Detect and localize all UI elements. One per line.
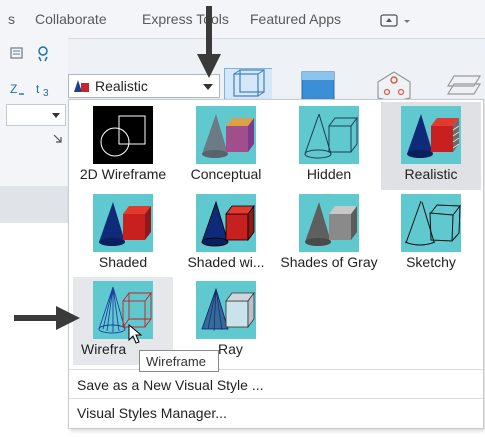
svg-text:Z: Z: [10, 82, 17, 96]
panel-expand-icon[interactable]: [53, 134, 63, 144]
gallery-item-2d-wireframe[interactable]: 2D Wireframe: [73, 102, 173, 190]
gallery-item-label: 2D Wireframe: [79, 166, 167, 182]
layers-icon[interactable]: [440, 68, 485, 102]
gallery-item-conceptual[interactable]: Conceptual: [176, 102, 276, 190]
sketchy-thumb-icon: [401, 194, 461, 252]
gallery-item-label: Sketchy: [406, 254, 456, 270]
conceptual-thumb-icon: [196, 106, 256, 164]
navigation-cube-icon[interactable]: [370, 68, 418, 102]
wireframe-thumb-icon: [93, 281, 153, 339]
menu-divider: [69, 398, 483, 399]
mouse-cursor-icon: [128, 324, 143, 344]
x-ray-thumb-icon: [196, 281, 256, 339]
shaded-with-edges-thumb-icon: [196, 194, 256, 252]
right-arrow-annotation-icon: [14, 306, 80, 330]
visual-styles-manager-item[interactable]: Visual Styles Manager...: [77, 405, 227, 421]
tab-collaborate[interactable]: Collaborate: [35, 11, 107, 27]
tab-featured-apps[interactable]: Featured Apps: [250, 11, 341, 27]
gallery-item-label: Shaded wi...: [187, 254, 265, 270]
menu-divider: [69, 369, 483, 370]
view-tools-icons[interactable]: [10, 45, 60, 63]
left-combo[interactable]: [6, 104, 66, 126]
tooltip-text: Wireframe: [146, 354, 206, 369]
ucs-icons[interactable]: Z t 3: [10, 80, 60, 98]
shades-of-gray-thumb-icon: [299, 194, 359, 252]
gallery-item-label: Shades of Gray: [280, 254, 378, 270]
2d-wireframe-thumb-icon: [93, 106, 153, 164]
solid-view-icon[interactable]: [294, 68, 342, 102]
gallery-item-hidden[interactable]: Hidden: [279, 102, 379, 190]
realistic-style-icon: [74, 80, 89, 92]
viewport-wireframe-icon[interactable]: [224, 68, 272, 102]
shaded-thumb-icon: [93, 194, 153, 252]
gallery-item-label: Realistic: [404, 166, 458, 182]
down-arrow-annotation-icon: [197, 6, 221, 78]
visual-styles-dropdown: 2D Wireframe Conceptual Hidden Realistic…: [68, 99, 484, 429]
gallery-item-label: Shaded: [98, 254, 148, 270]
gallery-item-shaded-with-edges[interactable]: Shaded wi...: [176, 190, 276, 278]
svg-text:3: 3: [43, 88, 49, 98]
tab-partial[interactable]: s: [8, 11, 15, 27]
realistic-thumb-icon: [401, 106, 461, 164]
chevron-down-icon: [52, 113, 60, 118]
chevron-down-icon[interactable]: [203, 84, 213, 90]
save-as-new-visual-style-item[interactable]: Save as a New Visual Style ...: [77, 377, 264, 393]
visual-style-combo-value: Realistic: [95, 78, 148, 94]
gallery-item-label: Ray: [218, 341, 243, 357]
svg-text:t: t: [36, 82, 40, 96]
gallery-item-sketchy[interactable]: Sketchy: [381, 190, 481, 278]
gallery-item-realistic[interactable]: Realistic: [381, 102, 481, 190]
ribbon-tab-row: s Collaborate Express Tools Featured App…: [0, 0, 485, 39]
wireframe-tooltip: Wireframe: [139, 350, 219, 372]
gallery-item-shades-of-gray[interactable]: Shades of Gray: [279, 190, 379, 278]
gallery-item-label: Conceptual: [190, 166, 262, 182]
hidden-thumb-icon: [299, 106, 359, 164]
gallery-item-shaded[interactable]: Shaded: [73, 190, 173, 278]
panel-grey-strip: [0, 186, 68, 223]
gallery-item-label: Hidden: [306, 166, 352, 182]
ribbon-left-panel: Z t 3: [0, 38, 68, 223]
ribbon-options-icon[interactable]: [380, 14, 416, 28]
